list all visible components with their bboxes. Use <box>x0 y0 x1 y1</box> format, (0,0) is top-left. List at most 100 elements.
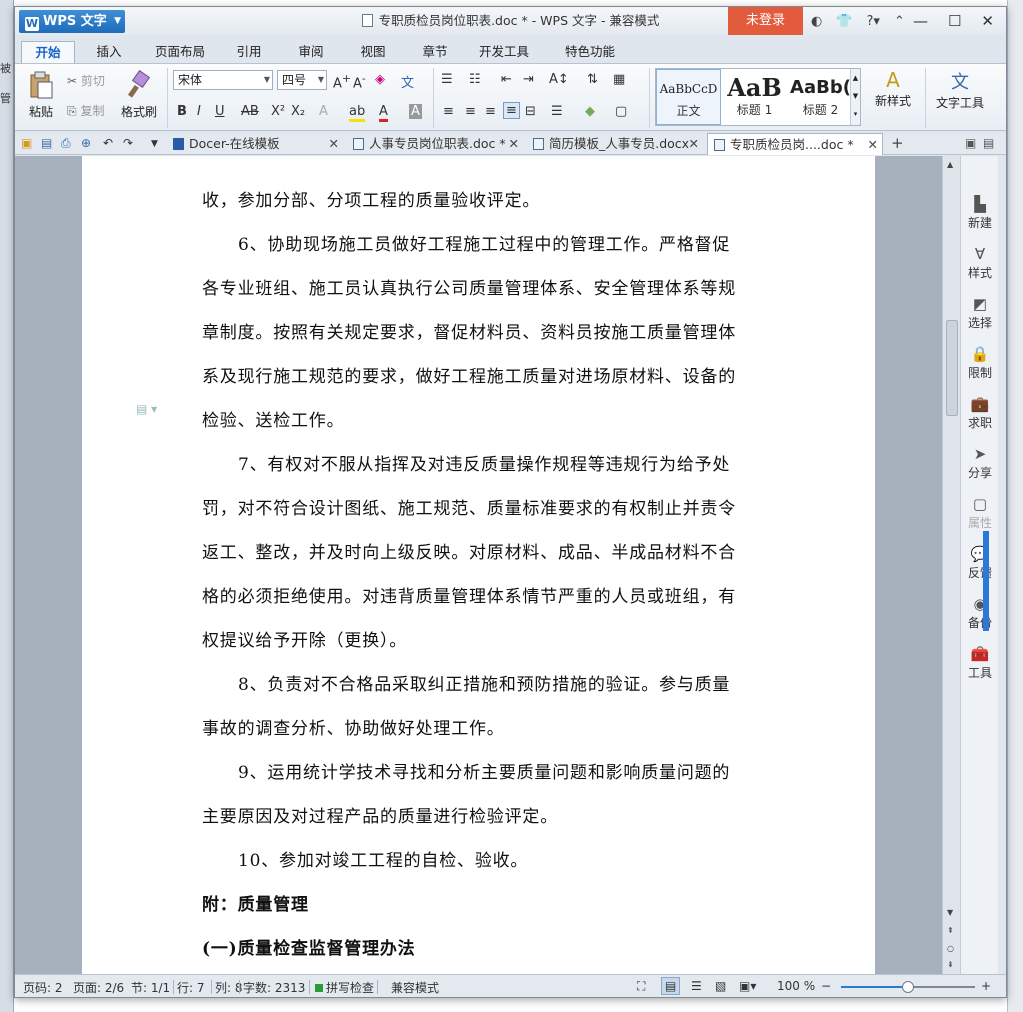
redo-icon[interactable]: ↷ <box>123 136 133 150</box>
document-line[interactable]: 系及现行施工规范的要求，做好工程施工质量对进场原材料、设备的 <box>202 362 736 387</box>
zoom-slider[interactable] <box>841 981 975 993</box>
strikethrough-icon[interactable]: AB <box>241 104 259 119</box>
save-icon[interactable]: ▤ <box>41 136 52 150</box>
tab-features[interactable]: 特色功能 <box>547 41 633 63</box>
status-char-count[interactable]: 字数: 2313 <box>243 979 305 996</box>
tab-list-icon[interactable]: ▣ <box>965 136 976 150</box>
new-style-button[interactable]: A 新样式 <box>865 68 921 109</box>
numbered-list-icon[interactable]: ☷ <box>469 72 481 87</box>
text-direction-icon[interactable]: A↕ <box>549 72 569 87</box>
underline-icon[interactable]: U <box>215 104 225 119</box>
tab-insert[interactable]: 插入 <box>85 41 133 63</box>
customize-icon[interactable]: ▼ <box>151 139 158 149</box>
scroll-up-icon[interactable]: ▲ <box>947 160 953 169</box>
task-pane-tools[interactable]: 🧰 工具 <box>961 644 999 681</box>
cut-button[interactable]: ✂ 剪切 <box>67 72 105 89</box>
tab-chapter[interactable]: 章节 <box>411 41 459 63</box>
copy-button[interactable]: ⎘ 复制 <box>67 102 104 119</box>
document-line[interactable]: 事故的调查分析、协助做好处理工作。 <box>202 714 505 739</box>
close-icon[interactable]: ✕ <box>981 12 994 30</box>
zoom-out-icon[interactable]: − <box>821 979 831 993</box>
paragraph-marker-icon[interactable]: ▤ ▾ <box>136 402 157 416</box>
document-line[interactable]: 6、协助现场施工员做好工程施工过程中的管理工作。严格督促 <box>238 230 730 255</box>
task-pane-style[interactable]: Ɐ 样式 <box>961 244 999 281</box>
window-menu-icon[interactable]: ▤ <box>983 136 994 150</box>
line-spacing-icon[interactable]: ☰ <box>551 104 563 119</box>
sort-icon[interactable]: ⇅ <box>587 72 598 87</box>
select-browse-icon[interactable]: ○ <box>947 944 954 953</box>
doc-tab[interactable]: 简历模板_人事专员.docx ✕ <box>527 133 703 155</box>
doc-tab-active[interactable]: 专职质检员岗....doc * ✕ <box>707 133 883 155</box>
scroll-down-icon[interactable]: ▼ <box>947 908 953 917</box>
document-line[interactable]: 检验、送检工作。 <box>202 406 344 431</box>
align-left-icon[interactable]: ≡ <box>443 104 454 119</box>
border-icon[interactable]: ▢ <box>615 104 627 119</box>
maximize-icon[interactable]: ☐ <box>948 12 961 30</box>
zoom-slider-knob[interactable] <box>902 981 914 993</box>
document-line[interactable]: 7、有权对不服从指挥及对违反质量操作规程等违规行为给予处 <box>238 450 730 475</box>
tab-home[interactable]: 开始 <box>21 41 75 63</box>
close-icon[interactable]: ✕ <box>329 133 339 155</box>
document-line[interactable]: 8、负责对不合格品采取纠正措施和预防措施的验证。参与质量 <box>238 670 730 695</box>
task-pane-new[interactable]: ▙ 新建 <box>961 194 999 231</box>
status-section[interactable]: 节: 1/1 <box>131 979 170 996</box>
status-row[interactable]: 行: 7 <box>177 979 205 996</box>
document-line[interactable]: (一)质量检查监督管理办法 <box>202 934 416 959</box>
reading-view-icon[interactable]: ▣▾ <box>739 979 756 993</box>
italic-icon[interactable]: I <box>197 104 201 119</box>
close-icon[interactable]: ✕ <box>509 133 519 155</box>
document-page[interactable]: ▤ ▾ 收，参加分部、分项工程的质量验收评定。 6、协助现场施工员做好工程施工过程… <box>82 156 875 974</box>
align-right-icon[interactable]: ≡ <box>485 104 496 119</box>
document-line[interactable]: 章制度。按照有关规定要求，督促材料员、资料员按施工质量管理体 <box>202 318 736 343</box>
bullet-list-icon[interactable]: ☰ <box>441 72 453 87</box>
document-line[interactable]: 10、参加对竣工工程的自检、验收。 <box>238 846 528 871</box>
spell-check-toggle[interactable]: 拼写检查 <box>315 979 374 996</box>
print-icon[interactable]: ⎙ <box>61 136 71 151</box>
open-icon[interactable]: ▣ <box>21 136 32 150</box>
shrink-font-icon[interactable]: A- <box>353 72 366 91</box>
document-line[interactable]: 罚，对不符合设计图纸、施工规范、质量标准要求的有权制止并责令 <box>202 494 736 519</box>
outline-view-icon[interactable]: ☰ <box>691 979 702 993</box>
doc-tab[interactable]: Docer-在线模板 ✕ <box>167 133 343 155</box>
collapse-ribbon-icon[interactable]: ⌃ <box>894 14 905 29</box>
tab-view[interactable]: 视图 <box>349 41 397 63</box>
document-line[interactable]: 附：质量管理 <box>202 890 309 915</box>
subscript-icon[interactable]: X₂ <box>291 104 305 119</box>
char-shading-icon[interactable]: A <box>409 104 422 119</box>
phonetic-icon[interactable]: 文 <box>401 72 414 91</box>
task-pane-backup[interactable]: ◉ 备份 <box>961 594 999 631</box>
zoom-in-icon[interactable]: + <box>981 979 991 993</box>
zoom-level[interactable]: 100 % <box>777 979 815 993</box>
highlight-icon[interactable]: ab <box>349 104 366 122</box>
scroll-thumb[interactable] <box>946 320 958 416</box>
vertical-scrollbar[interactable]: ▲ ▼ ⇞ ○ ⇟ <box>942 156 960 974</box>
tab-reference[interactable]: 引用 <box>225 41 273 63</box>
doc-tab[interactable]: 人事专员岗位职表.doc * ✕ <box>347 133 523 155</box>
format-painter-button[interactable]: 格式刷 <box>115 69 163 120</box>
distributed-icon[interactable]: ⊟ <box>525 104 536 119</box>
document-line[interactable]: 权提议给予开除（更换）。 <box>202 626 407 651</box>
superscript-icon[interactable]: X² <box>271 104 285 119</box>
document-line[interactable]: 9、运用统计学技术寻找和分析主要质量问题和影响质量问题的 <box>238 758 730 783</box>
prev-page-icon[interactable]: ⇞ <box>947 926 954 935</box>
fullscreen-view-icon[interactable]: ⛶ <box>637 979 645 994</box>
close-icon[interactable]: ✕ <box>689 133 699 155</box>
document-line[interactable]: 收，参加分部、分项工程的质量验收评定。 <box>202 186 540 211</box>
paste-button[interactable]: 粘贴 <box>21 70 61 120</box>
add-tab-icon[interactable]: + <box>891 134 904 152</box>
font-name-select[interactable]: 宋体 ▼ <box>173 70 273 90</box>
task-pane-restrict[interactable]: 🔒 限制 <box>961 344 999 381</box>
shirt-icon[interactable]: 👕 <box>836 14 852 29</box>
minimize-icon[interactable]: — <box>913 12 928 30</box>
next-page-icon[interactable]: ⇟ <box>947 960 954 969</box>
login-button[interactable]: 未登录 <box>728 7 803 35</box>
app-menu-button[interactable]: W WPS 文字 ▼ <box>19 10 125 33</box>
document-line[interactable]: 各专业班组、施工员认真执行公司质量管理体系、安全管理体系等规 <box>202 274 736 299</box>
task-pane-share[interactable]: ➤ 分享 <box>961 444 999 481</box>
text-tools-button[interactable]: 文 文字工具 <box>929 68 991 111</box>
task-pane-feedback[interactable]: 💬 反馈 <box>961 544 999 581</box>
print-preview-icon[interactable]: ⊕ <box>81 136 91 150</box>
style-scroll[interactable]: ▲ ▼ ▾ <box>850 69 860 125</box>
bold-icon[interactable]: B <box>177 104 187 119</box>
style-normal[interactable]: AaBbCcD 正文 <box>656 69 721 125</box>
